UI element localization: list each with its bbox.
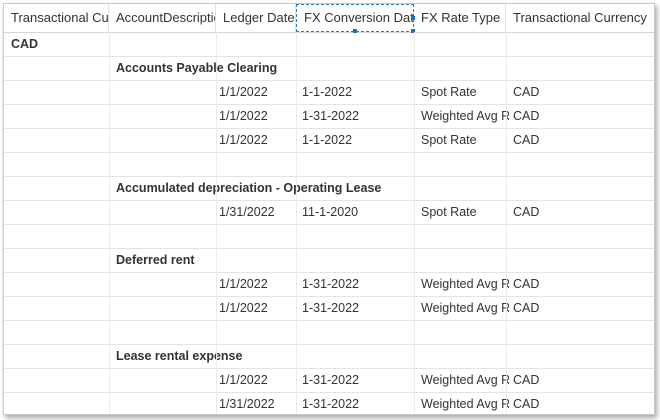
column-divider [109, 32, 110, 414]
fx-rate-type-cell: Weighted Avg Rate [421, 373, 509, 387]
fx-conversion-date-cell: 1-31-2022 [302, 277, 359, 291]
table-row[interactable]: 1/1/2022 1-1-2022 Spot Rate CAD [4, 129, 654, 153]
spacer-row[interactable] [4, 225, 654, 249]
fx-conversion-date-cell: 1-31-2022 [302, 373, 359, 387]
table-row[interactable]: 1/1/2022 1-31-2022 Weighted Avg Rate CAD [4, 273, 654, 297]
fx-conversion-date-cell: 1-31-2022 [302, 109, 359, 123]
fx-rate-type-cell: Weighted Avg Rate [421, 397, 509, 411]
account-group-row[interactable]: Deferred rent [4, 249, 654, 273]
column-header-transactional-currency[interactable]: Transactional Currency [4, 4, 109, 32]
transactional-currency-cell: CAD [513, 85, 540, 99]
account-group-row[interactable]: Accumulated depreciation - Operating Lea… [4, 177, 654, 201]
fx-conversion-date-cell: 1-31-2022 [302, 301, 359, 315]
account-group-row[interactable]: Accounts Payable Clearing [4, 57, 654, 81]
table-row[interactable]: 1/1/2022 1-31-2022 Weighted Avg Rate CAD [4, 105, 654, 129]
fx-conversion-date-cell: 1-31-2022 [302, 397, 359, 411]
fx-rate-type-cell: Weighted Avg Rate [421, 109, 509, 123]
transactional-currency-cell: CAD [513, 205, 540, 219]
fx-conversion-date-cell: 1-1-2022 [302, 85, 353, 99]
transactional-currency-cell: CAD [513, 133, 540, 147]
data-grid: Transactional Currency AccountDescriptio… [4, 4, 654, 414]
ledger-date-cell: 1/1/2022 [219, 133, 268, 147]
ledger-date-cell: 1/1/2022 [219, 373, 268, 387]
ledger-date-cell: 1/31/2022 [219, 205, 275, 219]
account-description: Deferred rent [116, 253, 195, 267]
column-divider [216, 32, 217, 414]
column-header-fx-conversion-date[interactable]: FX Conversion Date [296, 4, 414, 32]
spacer-row[interactable] [4, 153, 654, 177]
table-row[interactable]: 1/1/2022 1-31-2022 Weighted Avg Rate CAD [4, 297, 654, 321]
column-header-fx-rate-type[interactable]: FX Rate Type [414, 4, 506, 32]
column-header-transactional-currency-2[interactable]: Transactional Currency [506, 4, 654, 32]
column-divider [506, 32, 507, 414]
column-divider [296, 32, 297, 414]
group-row[interactable]: CAD [4, 33, 654, 57]
ledger-date-cell: 1/31/2022 [219, 397, 275, 411]
table-visual: Transactional Currency AccountDescriptio… [3, 3, 655, 415]
table-row[interactable]: 1/31/2022 1-31-2022 Weighted Avg Rate CAD [4, 393, 654, 414]
column-header-account-description[interactable]: AccountDescription [109, 4, 216, 32]
table-row[interactable]: 1/1/2022 1-31-2022 Weighted Avg Rate CAD [4, 369, 654, 393]
account-description: Accounts Payable Clearing [116, 61, 278, 75]
table-row[interactable]: 1/1/2022 1-1-2022 Spot Rate CAD [4, 81, 654, 105]
account-description: Accumulated depreciation - Operating Lea… [116, 181, 382, 195]
account-group-row[interactable]: Lease rental expense [4, 345, 654, 369]
group-label-currency: CAD [11, 37, 39, 51]
ledger-date-cell: 1/1/2022 [219, 277, 268, 291]
grid-body: CAD Accounts Payable Clearing 1/1/2022 1-1-… [4, 33, 654, 414]
fx-conversion-date-cell: 1-1-2022 [302, 133, 353, 147]
transactional-currency-cell: CAD [513, 301, 540, 315]
fx-rate-type-cell: Spot Rate [421, 133, 477, 147]
fx-conversion-date-cell: 11-1-2020 [302, 205, 359, 219]
transactional-currency-cell: CAD [513, 277, 540, 291]
spacer-row[interactable] [4, 321, 654, 345]
column-divider [414, 32, 415, 414]
fx-rate-type-cell: Spot Rate [421, 205, 477, 219]
transactional-currency-cell: CAD [513, 373, 540, 387]
transactional-currency-cell: CAD [513, 397, 540, 411]
ledger-date-cell: 1/1/2022 [219, 109, 268, 123]
column-header-row: Transactional Currency AccountDescriptio… [4, 4, 654, 33]
account-description: Lease rental expense [116, 349, 243, 363]
fx-rate-type-cell: Weighted Avg Rate [421, 277, 509, 291]
fx-rate-type-cell: Spot Rate [421, 85, 477, 99]
column-header-ledger-date[interactable]: Ledger Date [216, 4, 296, 32]
fx-rate-type-cell: Weighted Avg Rate [421, 301, 509, 315]
column-resize-handle[interactable] [411, 16, 415, 20]
ledger-date-cell: 1/1/2022 [219, 85, 268, 99]
transactional-currency-cell: CAD [513, 109, 540, 123]
table-row[interactable]: 1/31/2022 11-1-2020 Spot Rate CAD [4, 201, 654, 225]
ledger-date-cell: 1/1/2022 [219, 301, 268, 315]
